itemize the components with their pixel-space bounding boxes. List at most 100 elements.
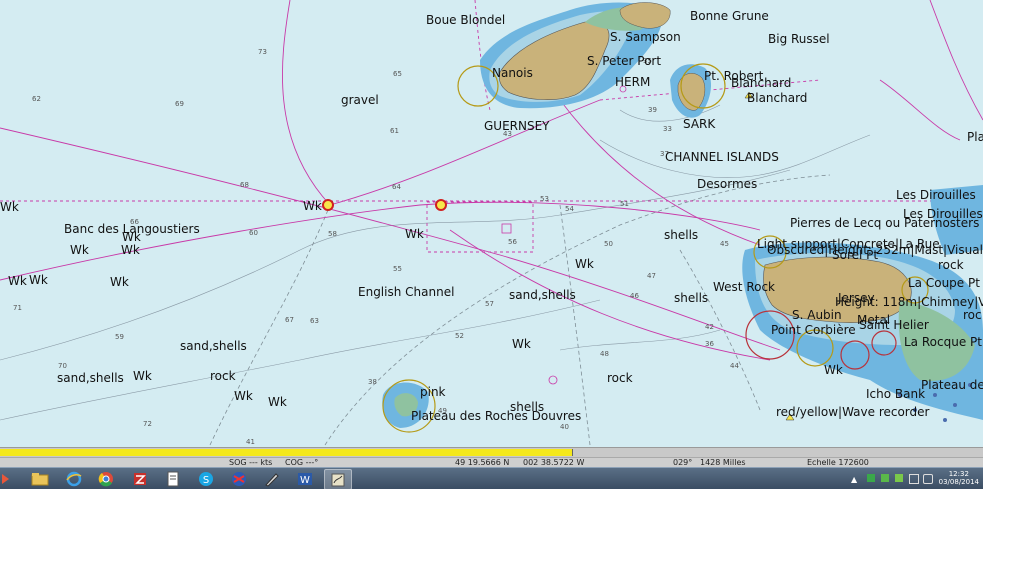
depth-sounding: 52 [455, 332, 464, 340]
label-les-dirouilles: Les Dirouilles [896, 188, 976, 202]
label-point-corbiere: Point Corbière [771, 323, 856, 337]
label-pla: Pla [967, 130, 983, 144]
label-sorel-pt: Sorel Pt [832, 248, 879, 262]
tray-expand-icon[interactable]: ▲ [851, 475, 857, 484]
chart-app-icon [331, 473, 345, 486]
label-sand-shells: sand,shells [509, 288, 576, 302]
tray-app-icon[interactable] [881, 474, 889, 482]
label-plateau-de: Plateau de [921, 378, 983, 392]
label-wreck: Wk [121, 243, 140, 257]
taskbar-filezilla[interactable] [127, 469, 153, 488]
windows-taskbar: S W ▲ 12:32 03/08/2014 [0, 467, 983, 490]
label-wreck: Wk [122, 230, 141, 244]
depth-sounding: 33 [663, 125, 672, 133]
route-line [0, 201, 761, 281]
label-wreck: Wk [575, 257, 594, 271]
label-wreck: Wk [824, 363, 843, 377]
label-herm: HERM [615, 75, 651, 89]
depth-sounding: 67 [285, 316, 294, 324]
label-gravel: gravel [341, 93, 379, 107]
depth-sounding: 40 [560, 423, 569, 431]
label-channel-islands: CHANNEL ISLANDS [665, 150, 779, 164]
depth-sounding: 72 [143, 420, 152, 428]
label-wreck: Wk [70, 243, 89, 257]
app-red-icon [134, 472, 146, 485]
label-s-peter-port: S. Peter Port [587, 54, 662, 68]
label-wreck: Wk [29, 273, 48, 287]
label-rock: rock [210, 369, 236, 383]
depth-sounding: 41 [246, 438, 255, 446]
label-blanchard: Blanchard [747, 91, 808, 105]
label-s-sampson: S. Sampson [610, 30, 681, 44]
taskbar-word[interactable]: W [292, 469, 318, 488]
globe-icon [232, 471, 246, 486]
clock[interactable]: 12:32 03/08/2014 [939, 470, 979, 486]
depth-sounding: 53 [540, 195, 549, 203]
taskbar-document-app[interactable] [160, 469, 186, 488]
wreck-symbol [548, 375, 558, 385]
depth-sounding: 42 [705, 323, 714, 331]
clock-date: 03/08/2014 [938, 478, 979, 486]
waypoint-marker [435, 199, 447, 211]
depth-sounding: 71 [13, 304, 22, 312]
label-desormes: Desormes [697, 177, 758, 191]
waypoint-marker [322, 199, 334, 211]
nautical-chart-view[interactable]: 73 62 69 65 61 68 64 66 60 58 56 53 55 5… [0, 0, 983, 447]
label-wreck: Wk [268, 395, 287, 409]
depth-sounding: 70 [58, 362, 67, 370]
depth-sounding: 73 [258, 48, 267, 56]
tray-volume-icon[interactable] [923, 474, 933, 484]
taskbar-explorer[interactable] [27, 469, 53, 488]
taskbar-internet-explorer[interactable] [61, 469, 87, 488]
label-icho-bank: Icho Bank [866, 387, 926, 401]
tray-monitor-icon[interactable] [909, 474, 919, 484]
depth-sounding: 48 [600, 350, 609, 358]
depth-sounding: 55 [393, 265, 402, 273]
label-big-russel: Big Russel [768, 32, 830, 46]
label-west-rock: West Rock [713, 280, 776, 294]
depth-sounding: 36 [705, 340, 714, 348]
label-chimney: Height: 118m|Chimney|Vis [835, 295, 983, 309]
taskbar-network-app[interactable] [226, 469, 252, 488]
depth-sounding: 45 [720, 240, 729, 248]
start-button[interactable] [0, 469, 12, 488]
label-rock: rock [938, 258, 964, 272]
svg-text:S: S [203, 475, 209, 486]
depth-sounding: 58 [328, 230, 337, 238]
label-guernsey: GUERNSEY [484, 119, 550, 133]
depth-sounding: 44 [730, 362, 739, 370]
route-line [449, 229, 771, 361]
internet-explorer-icon [66, 471, 82, 486]
label-saint-helier: Saint Helier [859, 318, 929, 332]
route-line [929, 0, 983, 121]
depth-sounding: 62 [32, 95, 41, 103]
route-line [329, 99, 601, 206]
label-shells: shells [674, 291, 709, 305]
tray-network-icon[interactable] [895, 474, 903, 482]
label-pierres-de-lecq: Pierres de Lecq ou Paternosters [790, 216, 980, 230]
label-wreck: Wk [110, 275, 129, 289]
label-wave-recorder: red/yellow|Wave recorder [776, 405, 930, 419]
tray-app-icon[interactable] [867, 474, 875, 482]
word-icon: W [298, 472, 312, 486]
label-wreck: Wk [133, 369, 152, 383]
taskbar-chrome[interactable] [93, 469, 119, 488]
depth-sounding: 60 [249, 229, 258, 237]
taskbar-navigation-app[interactable] [324, 469, 352, 490]
label-wreck: Wk [0, 200, 19, 214]
folder-icon [31, 472, 49, 485]
label-rock: roc [963, 308, 982, 322]
svg-text:W: W [300, 475, 310, 486]
depth-sounding: 46 [630, 292, 639, 300]
depth-sounding: 63 [310, 317, 319, 325]
depth-sounding: 39 [648, 106, 657, 114]
taskbar-paint-app[interactable] [259, 469, 285, 488]
label-sand-shells: sand,shells [180, 339, 247, 353]
depth-sounding: 57 [485, 300, 494, 308]
progress-fill [0, 449, 573, 456]
taskbar-skype[interactable]: S [193, 469, 219, 488]
label-english-channel: English Channel [358, 285, 455, 299]
depth-sounding: 38 [368, 378, 377, 386]
label-la-rocque-pt: La Rocque Pt [904, 335, 982, 349]
label-wreck: Wk [512, 337, 531, 351]
